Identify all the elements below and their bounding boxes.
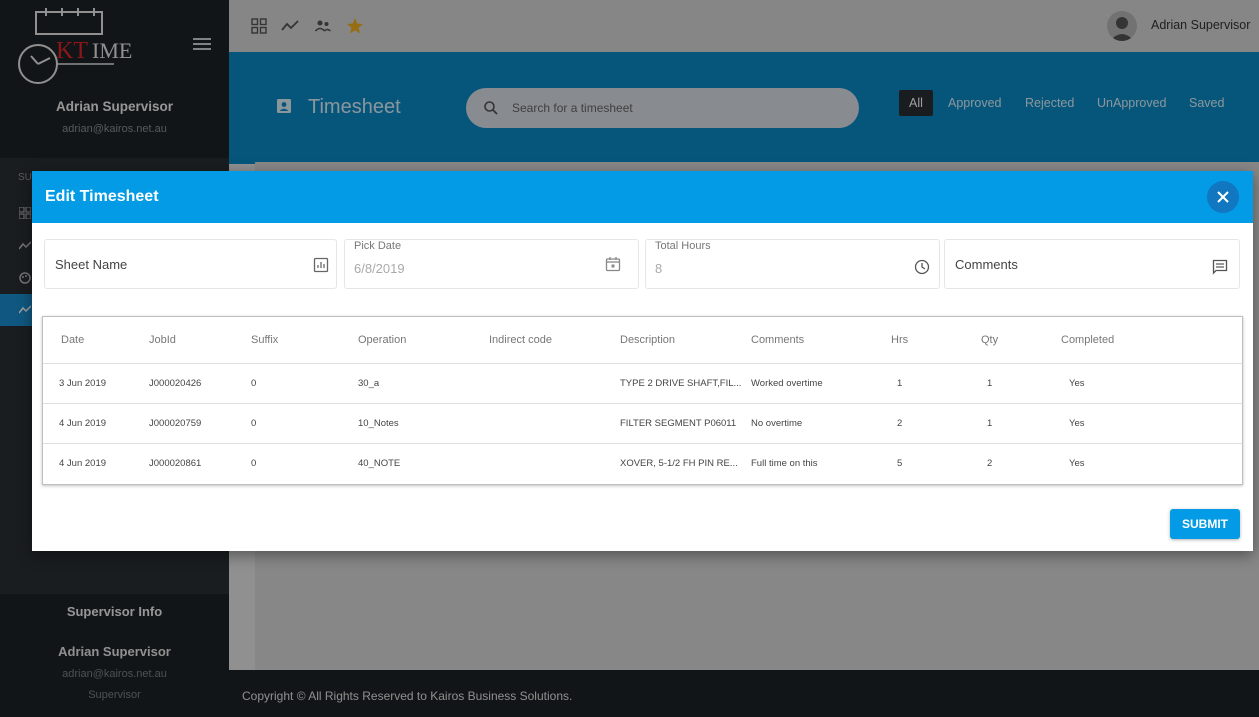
pick-date-field[interactable]: Pick Date 6/8/2019 xyxy=(344,239,639,289)
close-icon xyxy=(1217,191,1229,203)
cell-date: 4 Jun 2019 xyxy=(59,457,107,469)
cell-description: FILTER SEGMENT P06011 xyxy=(612,403,743,444)
cell-jobid: J000020861 xyxy=(149,457,202,469)
cell-suffix: 0 xyxy=(243,403,350,444)
submit-button[interactable]: SUBMIT xyxy=(1170,509,1240,539)
chart-icon xyxy=(313,257,329,273)
close-button[interactable] xyxy=(1207,181,1239,213)
cell-indirect-code xyxy=(481,363,612,404)
edit-timesheet-modal: Edit Timesheet Pick Date 6/8/2019 Total … xyxy=(32,171,1253,551)
cell-operation: 30_a xyxy=(350,363,481,404)
table-row[interactable]: 3 Jun 2019 J000020426 0 30_a TYPE 2 DRIV… xyxy=(43,363,1242,404)
cell-completed: Yes xyxy=(1047,403,1242,444)
cell-indirect-code xyxy=(481,403,612,444)
table-row[interactable]: 4 Jun 2019 J000020861 0 40_NOTE XOVER, 5… xyxy=(43,443,1242,483)
column-header-comments[interactable]: Comments xyxy=(743,317,867,364)
sheet-name-field[interactable] xyxy=(44,239,337,289)
cell-hrs: 5 xyxy=(897,457,903,469)
column-header-indirect-code[interactable]: Indirect code xyxy=(481,317,612,364)
column-header-completed[interactable]: Completed xyxy=(1047,317,1242,364)
cell-description: XOVER, 5-1/2 FH PIN RE... xyxy=(620,457,738,469)
table-header-row: Date JobId Suffix Operation Indirect cod… xyxy=(43,317,1242,364)
cell-hrs: 1 xyxy=(867,363,957,404)
cell-jobid: J000020426 xyxy=(141,363,243,404)
clock-icon xyxy=(914,259,930,275)
column-header-suffix[interactable]: Suffix xyxy=(243,317,350,364)
column-header-date[interactable]: Date xyxy=(43,317,141,364)
calendar-icon[interactable] xyxy=(605,256,621,272)
modal-header: Edit Timesheet xyxy=(32,171,1253,223)
pick-date-label: Pick Date xyxy=(354,240,402,252)
timesheet-table: Date JobId Suffix Operation Indirect cod… xyxy=(42,316,1243,485)
comments-input[interactable] xyxy=(955,257,1185,272)
column-header-qty[interactable]: Qty xyxy=(957,317,1047,364)
cell-comments: Full time on this xyxy=(751,457,818,469)
column-header-description[interactable]: Description xyxy=(612,317,743,364)
cell-completed: Yes xyxy=(1047,363,1242,404)
cell-operation: 40_NOTE xyxy=(358,457,401,469)
table-row[interactable]: 4 Jun 2019 J000020759 0 10_Notes FILTER … xyxy=(43,403,1242,444)
cell-date: 4 Jun 2019 xyxy=(43,403,141,444)
total-hours-value[interactable]: 8 xyxy=(655,261,855,276)
cell-suffix: 0 xyxy=(243,363,350,404)
cell-completed: Yes xyxy=(1069,457,1085,469)
cell-date: 3 Jun 2019 xyxy=(43,363,141,404)
cell-hrs: 2 xyxy=(867,403,957,444)
cell-description: TYPE 2 DRIVE SHAFT,FIL... xyxy=(612,363,743,404)
cell-qty: 2 xyxy=(987,457,993,469)
comment-icon xyxy=(1212,259,1228,275)
comments-field[interactable] xyxy=(944,239,1240,289)
modal-title: Edit Timesheet xyxy=(45,188,159,205)
total-hours-field[interactable]: Total Hours 8 xyxy=(645,239,940,289)
cell-suffix: 0 xyxy=(251,457,257,469)
column-header-jobid[interactable]: JobId xyxy=(141,317,243,364)
cell-comments: No overtime xyxy=(743,403,867,444)
pick-date-value[interactable]: 6/8/2019 xyxy=(354,261,554,276)
column-header-operation[interactable]: Operation xyxy=(350,317,481,364)
sheet-name-input[interactable] xyxy=(55,257,285,272)
cell-qty: 1 xyxy=(957,403,1047,444)
cell-indirect-code xyxy=(481,443,612,483)
total-hours-label: Total Hours xyxy=(655,240,711,252)
cell-comments: Worked overtime xyxy=(743,363,867,404)
cell-jobid: J000020759 xyxy=(141,403,243,444)
column-header-hrs[interactable]: Hrs xyxy=(867,317,957,364)
cell-qty: 1 xyxy=(957,363,1047,404)
cell-operation: 10_Notes xyxy=(350,403,481,444)
